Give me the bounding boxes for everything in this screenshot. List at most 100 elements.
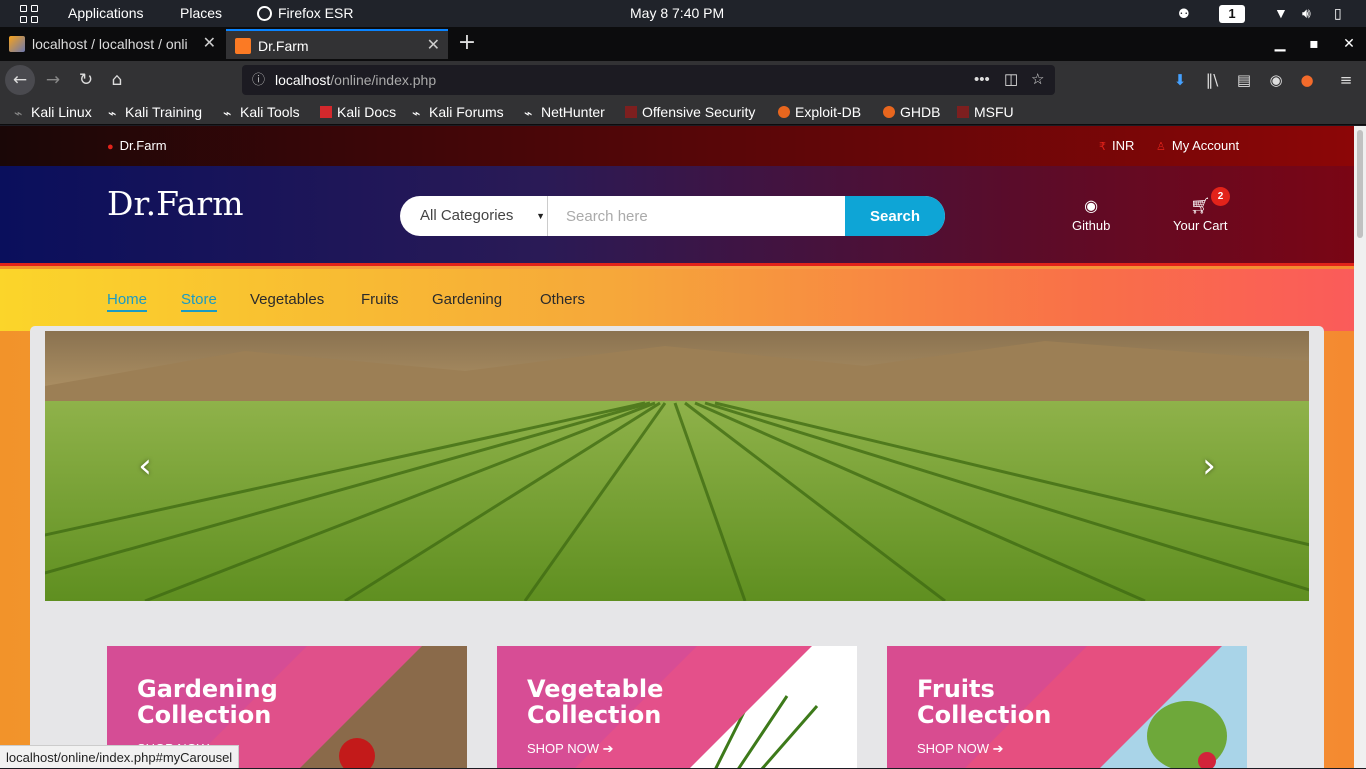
github-link[interactable]: ◉ Github (1072, 196, 1110, 233)
search-input[interactable] (550, 196, 845, 236)
arrow-circle-right-icon: ➔ (992, 741, 1004, 756)
close-tab-icon[interactable]: ✕ (427, 31, 440, 59)
bookmark-msfu[interactable]: MSFU (957, 99, 1014, 125)
collection-title-line1: Gardening (137, 675, 278, 703)
currency-link[interactable]: ₹ INR (1099, 126, 1134, 167)
reload-button[interactable]: ↻ (71, 65, 101, 95)
shop-now-label: SHOP NOW (527, 741, 599, 756)
bookmark-kali-tools[interactable]: ⌁ Kali Tools (223, 99, 300, 125)
wifi-icon[interactable]: ▼ (1274, 0, 1288, 27)
active-app-menu[interactable]: Firefox ESR (257, 0, 353, 27)
site-logo[interactable]: Dr.Farm (107, 184, 244, 223)
ghdb-icon (883, 106, 895, 118)
xampp-favicon-icon (235, 38, 251, 54)
tab-title: Dr.Farm (258, 38, 309, 54)
bookmark-star-icon[interactable]: ☆ (1031, 65, 1044, 95)
nav-store[interactable]: Store (181, 291, 217, 312)
bookmark-kali-training[interactable]: ⌁ Kali Training (108, 99, 202, 125)
phpmyadmin-favicon-icon (9, 36, 25, 52)
carousel-prev-icon[interactable]: ‹ (130, 449, 160, 483)
bookmark-offensive-security[interactable]: Offensive Security (625, 99, 755, 125)
bookmark-label: Kali Training (125, 104, 203, 120)
shop-now-link[interactable]: SHOP NOW ➔ (527, 741, 614, 757)
category-select[interactable]: All Categories ▼ (400, 196, 548, 236)
bookmark-exploit-db[interactable]: Exploit-DB (778, 99, 861, 125)
main-navigation: Home Store Vegetables Fruits Gardening O… (0, 269, 1354, 331)
forward-button[interactable]: → (38, 65, 68, 95)
library-icon[interactable]: ‖\ (1197, 65, 1227, 95)
workspace-indicator[interactable]: 1 (1219, 0, 1245, 27)
bookmark-ghdb[interactable]: GHDB (883, 99, 940, 125)
site-info-icon[interactable]: ⓘ (252, 65, 265, 95)
docs-icon (320, 106, 332, 118)
vegetable-collection-card[interactable]: Vegetable Collection SHOP NOW ➔ (497, 646, 857, 768)
volume-icon[interactable]: 🔊︎ (1302, 0, 1311, 27)
close-tab-icon[interactable]: ✕ (203, 29, 216, 59)
bookmark-label: GHDB (900, 104, 941, 120)
exploit-db-icon (778, 106, 790, 118)
msfu-icon (957, 106, 969, 118)
bookmark-nethunter[interactable]: ⌁ NetHunter (524, 99, 605, 125)
battery-icon[interactable]: ▯ (1334, 0, 1342, 27)
nav-fruits[interactable]: Fruits (361, 291, 399, 308)
url-bar[interactable]: ⓘ localhost/online/index.php ••• ◫ ☆ (242, 65, 1055, 95)
pocket-icon[interactable]: ◫ (1004, 65, 1018, 95)
tab-strip: localhost / localhost / onli ✕ Dr.Farm ✕… (0, 27, 1366, 61)
offsec-icon (625, 106, 637, 118)
menu-icon[interactable]: ≡ (1331, 65, 1361, 95)
carousel-next-icon[interactable]: › (1194, 449, 1224, 483)
user-icon: ♙ (1156, 141, 1166, 153)
store-location-link[interactable]: ● Dr.Farm (107, 126, 167, 167)
close-window-icon[interactable]: ✕ (1332, 27, 1366, 61)
my-account-link[interactable]: ♙ My Account (1156, 126, 1239, 167)
collection-title: Fruits Collection (917, 676, 1051, 728)
tab-phpmyadmin[interactable]: localhost / localhost / onli ✕ (0, 29, 224, 59)
clock[interactable]: May 8 7:40 PM (630, 0, 724, 27)
collection-title-line2: Collection (527, 701, 662, 729)
nav-vegetables[interactable]: Vegetables (250, 291, 324, 308)
sidebar-icon[interactable]: ▤ (1229, 65, 1259, 95)
people-icon[interactable]: ⚉ (1178, 0, 1190, 27)
places-menu[interactable]: Places (180, 0, 222, 27)
caret-down-icon: ▼ (536, 211, 545, 221)
page-viewport: ● Dr.Farm ₹ INR ♙ My Account Dr.Farm All Ca… (0, 126, 1354, 768)
maximize-icon[interactable]: ▪ (1297, 27, 1331, 61)
back-button[interactable]: ← (5, 65, 35, 95)
applications-menu[interactable]: Applications (68, 0, 144, 27)
currency-label: INR (1112, 138, 1135, 153)
new-tab-button[interactable]: + (456, 29, 478, 59)
shop-now-label: SHOP NOW (917, 741, 989, 756)
bookmark-label: NetHunter (541, 104, 605, 120)
hero-carousel[interactable]: ‹ › (45, 331, 1309, 601)
fruits-collection-card[interactable]: Fruits Collection SHOP NOW ➔ (887, 646, 1247, 768)
bookmark-kali-forums[interactable]: ⌁ Kali Forums (412, 99, 504, 125)
bookmark-kali-linux[interactable]: ⌁ Kali Linux (14, 99, 92, 125)
collection-title: Vegetable Collection (527, 676, 663, 728)
search-button[interactable]: Search (845, 196, 945, 236)
bookmark-kali-docs[interactable]: Kali Docs (320, 99, 396, 125)
downloads-icon[interactable]: ⬇ (1165, 65, 1195, 95)
nav-home[interactable]: Home (107, 291, 148, 312)
extension-icon[interactable]: ● (1292, 65, 1322, 95)
active-app-label: Firefox ESR (278, 5, 354, 21)
minimize-icon[interactable]: ▁ (1263, 27, 1297, 61)
site-top-bar: ● Dr.Farm ₹ INR ♙ My Account (0, 126, 1354, 166)
bookmark-label: Kali Tools (240, 104, 300, 120)
store-location-label: Dr.Farm (119, 138, 167, 153)
home-button[interactable]: ⌂ (102, 65, 132, 95)
account-icon[interactable]: ◉ (1261, 65, 1291, 95)
tab-drfarm[interactable]: Dr.Farm ✕ (226, 29, 448, 59)
map-marker-icon: ● (107, 141, 114, 153)
page-scrollbar[interactable] (1354, 126, 1366, 768)
nav-others[interactable]: Others (540, 291, 585, 308)
navigation-toolbar: ← → ↻ ⌂ ⓘ localhost/online/index.php •••… (0, 61, 1366, 99)
scrollbar-thumb[interactable] (1357, 130, 1363, 238)
firefox-icon (257, 6, 272, 21)
nav-gardening[interactable]: Gardening (432, 291, 502, 308)
page-actions-icon[interactable]: ••• (974, 65, 990, 95)
bookmark-label: Kali Forums (429, 104, 504, 120)
shop-now-link[interactable]: SHOP NOW ➔ (917, 741, 1004, 757)
app-grid-icon[interactable] (20, 5, 38, 23)
cart-link[interactable]: 🛒︎ Your Cart 2 (1173, 187, 1230, 233)
bookmark-label: Offensive Security (642, 104, 756, 120)
